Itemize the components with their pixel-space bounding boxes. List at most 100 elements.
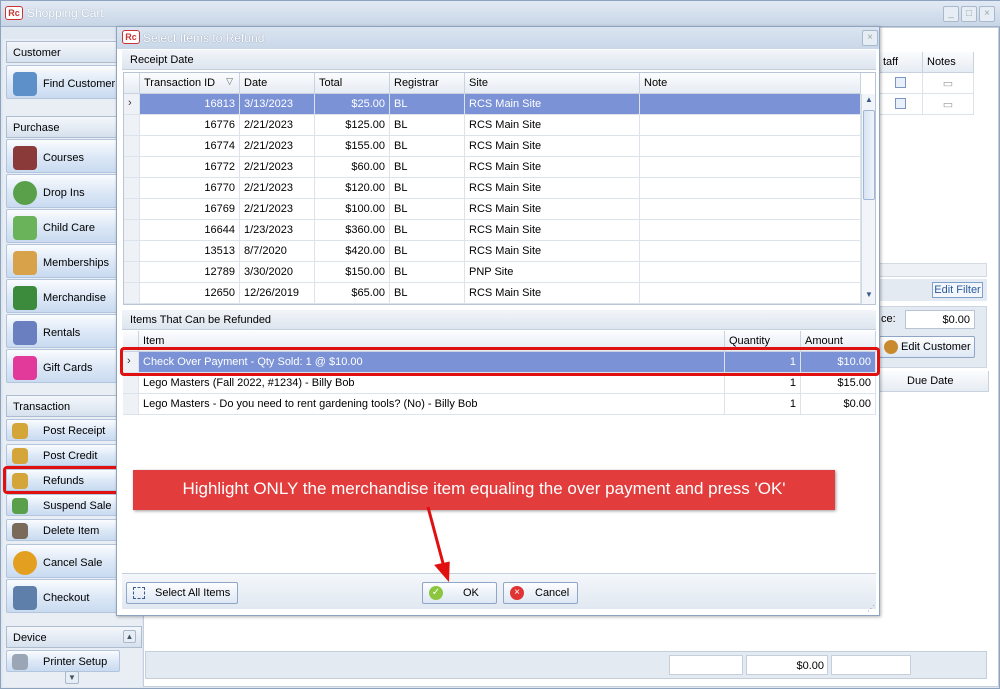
dialog-close-button[interactable]: × — [862, 30, 878, 46]
book-icon — [13, 146, 37, 170]
receipt-id-cell: 12789 — [140, 262, 240, 283]
printer-setup-button[interactable]: Printer Setup — [6, 650, 120, 672]
row-header[interactable] — [124, 199, 140, 220]
memberships-button[interactable]: Memberships — [6, 244, 120, 278]
receipt-row[interactable]: 16644 1/23/2023 $360.00 BL RCS Main Site — [124, 220, 861, 241]
row-header[interactable] — [123, 394, 139, 415]
shirt-icon — [13, 286, 37, 310]
select-all-items-button[interactable]: Select All Items — [126, 582, 238, 604]
app-logo: Rc — [122, 30, 140, 44]
col-site[interactable]: Site — [465, 73, 640, 94]
receipt-note-cell — [640, 94, 861, 115]
suspend-sale-button[interactable]: Suspend Sale — [6, 494, 120, 516]
membership-card-icon — [13, 251, 37, 275]
row-header[interactable] — [124, 115, 140, 136]
receipt-registrar-cell: BL — [390, 94, 465, 115]
receipt-date-cell: 2/21/2023 — [240, 115, 315, 136]
resize-grip-icon[interactable]: ⋰ — [867, 604, 877, 614]
notes-cell[interactable]: ▭ — [923, 73, 974, 94]
gift-cards-button[interactable]: Gift Cards — [6, 349, 120, 383]
maximize-button[interactable]: □ — [961, 6, 977, 22]
receipt-row[interactable]: 12789 3/30/2020 $150.00 BL PNP Site — [124, 262, 861, 283]
receipt-row[interactable]: › 16813 3/13/2023 $25.00 BL RCS Main Site — [124, 94, 861, 115]
receipt-registrar-cell: BL — [390, 283, 465, 304]
notes-cell[interactable]: ▭ — [923, 94, 974, 115]
row-header[interactable] — [124, 136, 140, 157]
delete-item-button[interactable]: Delete Item — [6, 519, 120, 541]
post-credit-button[interactable]: Post Credit — [6, 444, 120, 466]
row-header[interactable] — [124, 157, 140, 178]
row-header[interactable] — [124, 241, 140, 262]
post-receipt-button[interactable]: Post Receipt — [6, 419, 120, 441]
col-notes: Notes — [923, 52, 974, 73]
drop-ins-button[interactable]: Drop Ins — [6, 174, 120, 208]
receipt-row[interactable]: 16772 2/21/2023 $60.00 BL RCS Main Site — [124, 157, 861, 178]
post-credit-label: Post Credit — [43, 450, 98, 462]
edit-filter-button[interactable]: Edit Filter — [932, 282, 983, 298]
rentals-button[interactable]: Rentals — [6, 314, 120, 348]
col-note[interactable]: Note — [640, 73, 861, 94]
receipt-id-cell: 16770 — [140, 178, 240, 199]
rentals-icon — [13, 321, 37, 345]
checkbox-icon[interactable] — [895, 98, 906, 109]
filter-icon[interactable]: ▽ — [226, 76, 233, 87]
receipt-row[interactable]: 16774 2/21/2023 $155.00 BL RCS Main Site — [124, 136, 861, 157]
refunds-highlight — [3, 466, 124, 494]
row-header[interactable] — [124, 283, 140, 304]
receipt-note-cell — [640, 136, 861, 157]
close-button[interactable]: × — [979, 6, 995, 22]
scroll-up-icon[interactable]: ▲ — [863, 95, 875, 107]
scroll-down-icon[interactable]: ▼ — [65, 671, 79, 684]
scroll-thumb[interactable] — [863, 110, 875, 200]
cancel-button[interactable]: × Cancel — [503, 582, 578, 604]
col-total[interactable]: Total — [315, 73, 390, 94]
col-date[interactable]: Date — [240, 73, 315, 94]
receipt-row[interactable]: 16770 2/21/2023 $120.00 BL RCS Main Site — [124, 178, 861, 199]
receipt-row[interactable]: 12650 12/26/2019 $65.00 BL RCS Main Site — [124, 283, 861, 304]
footer-cell — [669, 655, 743, 675]
cancel-sale-label: Cancel Sale — [43, 557, 103, 569]
checkbox-icon[interactable] — [895, 77, 906, 88]
find-customer-button[interactable]: Find Customer — [6, 65, 120, 99]
checkout-label: Checkout — [43, 592, 90, 604]
main-titlebar: Rc Shopping Cart _ □ × — [1, 1, 1000, 27]
dialog-title: Select Items to Refund — [143, 31, 265, 45]
col-registrar[interactable]: Registrar — [390, 73, 465, 94]
receipt-registrar-cell: BL — [390, 115, 465, 136]
courses-label: Courses — [43, 152, 84, 164]
cancel-sale-button[interactable]: Cancel Sale — [6, 544, 120, 578]
receipt-site-cell: RCS Main Site — [465, 199, 640, 220]
receipt-row[interactable]: 13513 8/7/2020 $420.00 BL RCS Main Site — [124, 241, 861, 262]
receipt-date-cell: 3/13/2023 — [240, 94, 315, 115]
receipt-id-cell: 13513 — [140, 241, 240, 262]
row-header[interactable] — [124, 178, 140, 199]
refund-item-row[interactable]: Lego Masters - Do you need to rent garde… — [123, 394, 876, 415]
receipt-site-cell: RCS Main Site — [465, 115, 640, 136]
v-scrollbar[interactable]: ▲ ▼ — [861, 94, 875, 304]
coins-icon — [12, 448, 28, 464]
scroll-down-icon[interactable]: ▼ — [863, 290, 875, 302]
printer-setup-label: Printer Setup — [43, 656, 108, 668]
collapse-icon[interactable]: ▲ — [123, 630, 136, 643]
select-all-icon — [133, 587, 145, 599]
receipt-registrar-cell: BL — [390, 178, 465, 199]
receipt-row[interactable]: 16776 2/21/2023 $125.00 BL RCS Main Site — [124, 115, 861, 136]
col-transaction-id[interactable]: Transaction ID ▽ — [140, 73, 240, 94]
courses-button[interactable]: Courses — [6, 139, 120, 173]
checkout-button[interactable]: Checkout — [6, 579, 120, 613]
row-indicator-icon[interactable]: › — [124, 94, 140, 115]
row-header[interactable] — [124, 220, 140, 241]
receipt-id-cell: 16772 — [140, 157, 240, 178]
receipt-registrar-cell: BL — [390, 262, 465, 283]
row-header[interactable] — [124, 262, 140, 283]
child-care-button[interactable]: Child Care — [6, 209, 120, 243]
refund-item-row[interactable]: Lego Masters (Fall 2022, #1234) - Billy … — [123, 373, 876, 394]
row-header[interactable] — [123, 373, 139, 394]
ok-button[interactable]: ✓ OK — [422, 582, 497, 604]
gift-cards-label: Gift Cards — [43, 362, 93, 374]
edit-customer-button[interactable]: Edit Customer — [879, 336, 975, 358]
merchandise-button[interactable]: Merchandise — [6, 279, 120, 313]
h-scrollbar[interactable] — [879, 263, 987, 277]
minimize-button[interactable]: _ — [943, 6, 959, 22]
receipt-row[interactable]: 16769 2/21/2023 $100.00 BL RCS Main Site — [124, 199, 861, 220]
